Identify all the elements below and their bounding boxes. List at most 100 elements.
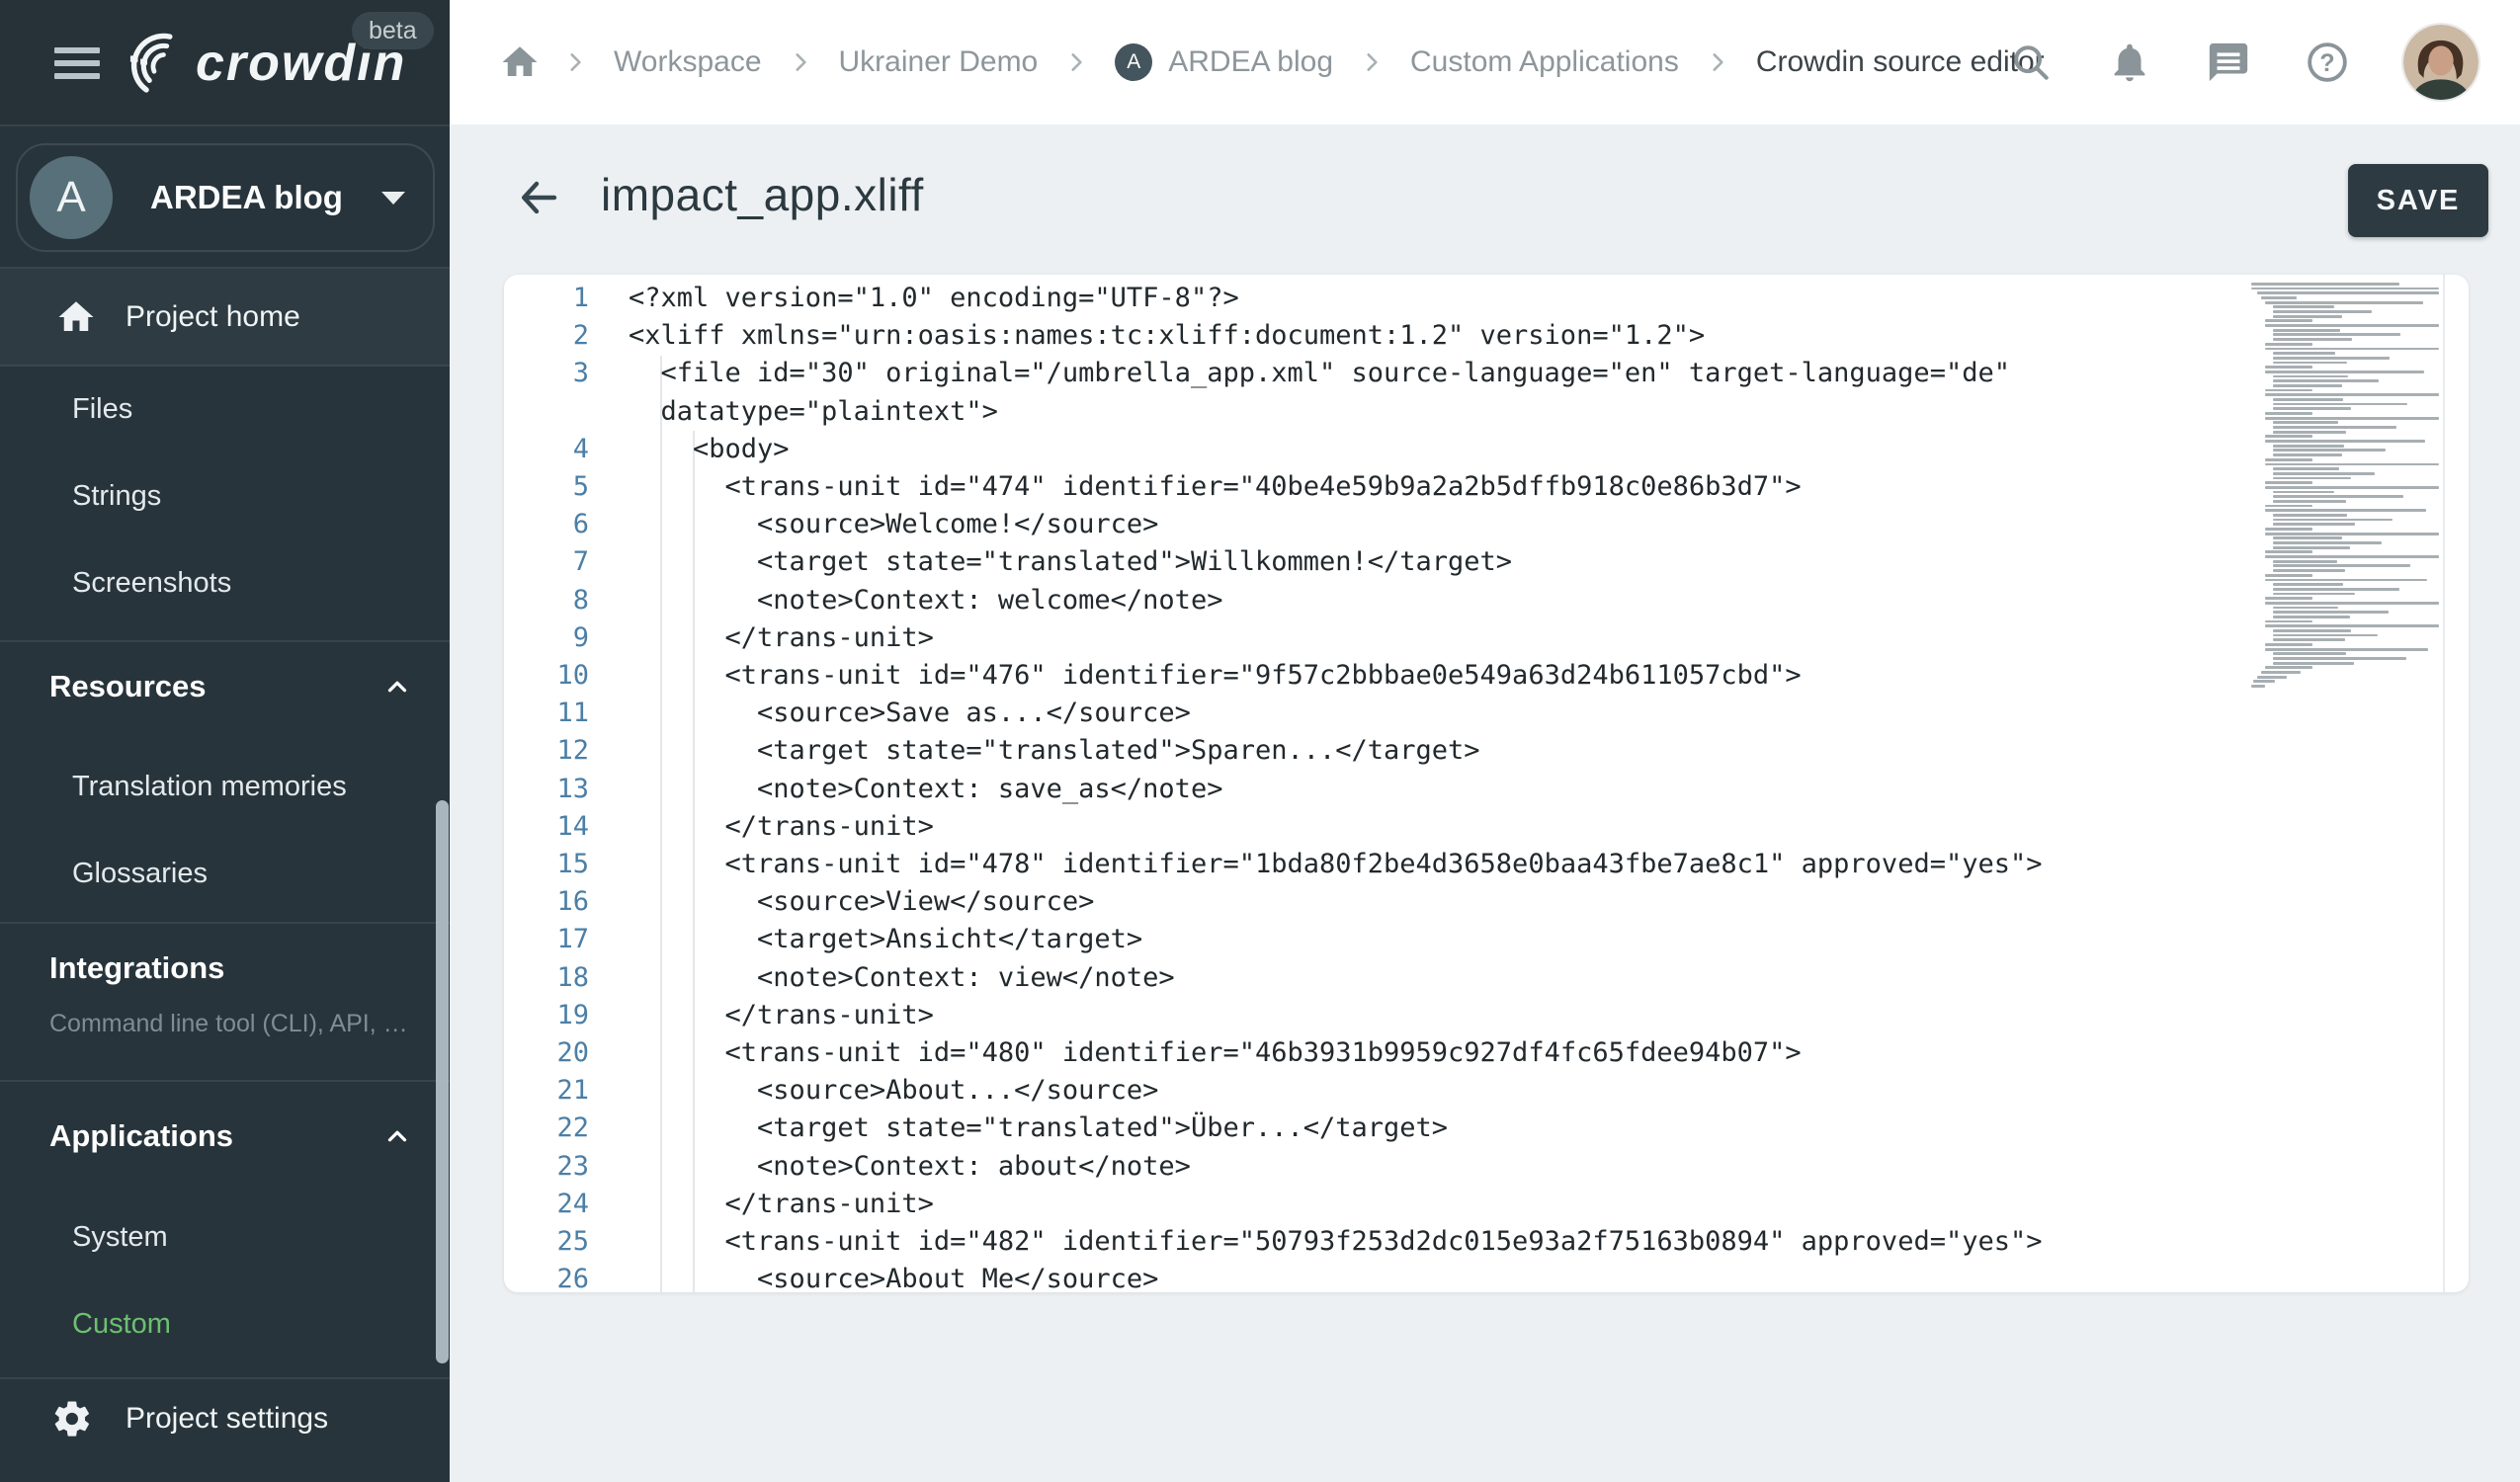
code-line[interactable]: 21 <source>About...</source> — [504, 1072, 2255, 1110]
line-content: </trans-unit> — [629, 808, 2251, 846]
minimap-line — [2273, 607, 2338, 610]
line-content: <target state="translated">Willkommen!</… — [629, 543, 2251, 581]
search-icon[interactable] — [2008, 40, 2054, 85]
minimap-line — [2273, 431, 2346, 434]
breadcrumb-label: Custom Applications — [1410, 45, 1679, 79]
minimap-line — [2265, 343, 2312, 346]
code-line[interactable]: 10 <trans-unit id="476" identifier="9f57… — [504, 657, 2255, 695]
code-line[interactable]: 8 <note>Context: welcome</note> — [504, 582, 2255, 619]
line-content: <note>Context: view</note> — [629, 959, 2251, 997]
minimap-line — [2265, 620, 2312, 623]
project-selector[interactable]: A ARDEA blog — [16, 143, 435, 252]
minimap-line — [2265, 648, 2428, 651]
line-number: 6 — [504, 506, 589, 543]
minimap-line — [2265, 624, 2439, 627]
breadcrumb-label: ARDEA blog — [1168, 45, 1333, 79]
code-line[interactable]: 18 <note>Context: view</note> — [504, 959, 2255, 997]
code-line[interactable]: 2 <xliff xmlns="urn:oasis:names:tc:xliff… — [504, 317, 2255, 355]
code-line[interactable]: 6 <source>Welcome!</source> — [504, 506, 2255, 543]
sidebar-item-label: Custom — [72, 1308, 171, 1341]
minimap-line — [2265, 643, 2312, 646]
sidebar-section-applications[interactable]: Applications — [0, 1092, 450, 1181]
section-title: Applications — [49, 1118, 233, 1154]
code-line[interactable]: 25 <trans-unit id="482" identifier="5079… — [504, 1223, 2255, 1261]
breadcrumb-item[interactable]: Crowdin source editor — [1756, 45, 2045, 79]
minimap-line — [2273, 352, 2335, 355]
minimap-line — [2273, 379, 2379, 382]
minimap-line — [2273, 315, 2342, 318]
code-area[interactable]: 1 <?xml version="1.0" encoding="UTF-8"?>… — [504, 280, 2255, 1292]
sidebar-item-project-settings[interactable]: Project settings — [0, 1381, 450, 1456]
code-line[interactable]: 17 <target>Ansicht</target> — [504, 921, 2255, 958]
breadcrumb-item[interactable]: Custom Applications — [1410, 45, 1679, 79]
code-line[interactable]: 7 <target state="translated">Willkommen!… — [504, 543, 2255, 581]
chevron-down-icon — [381, 192, 405, 205]
sidebar-item[interactable]: Custom — [0, 1280, 450, 1367]
divider — [0, 124, 450, 126]
sidebar-section-integrations[interactable]: Integrations — [0, 939, 450, 998]
sidebar-item[interactable]: System — [0, 1194, 450, 1280]
code-line[interactable]: 4 <body> — [504, 431, 2255, 468]
minimap-line — [2265, 533, 2439, 535]
code-line[interactable]: 9 </trans-unit> — [504, 619, 2255, 657]
minimap-line — [2273, 560, 2337, 563]
code-line[interactable]: 11 <source>Save as...</source> — [504, 695, 2255, 732]
sidebar-item[interactable]: Translation memories — [0, 743, 450, 830]
minimap-line — [2251, 685, 2265, 688]
code-editor[interactable]: 1 <?xml version="1.0" encoding="UTF-8"?>… — [504, 275, 2469, 1292]
code-line[interactable]: 16 <source>View</source> — [504, 883, 2255, 921]
minimap-line — [2261, 671, 2301, 674]
minimap-line — [2265, 319, 2312, 322]
code-line[interactable]: 23 <note>Context: about</note> — [504, 1148, 2255, 1186]
sidebar-section-resources[interactable]: Resources — [0, 642, 450, 731]
sidebar-item-project-home[interactable]: Project home — [0, 269, 450, 366]
code-line[interactable]: 3 <file id="30" original="/umbrella_app.… — [504, 355, 2255, 430]
chevron-right-icon — [562, 49, 588, 75]
sidebar-item[interactable]: Screenshots — [0, 539, 450, 626]
code-line[interactable]: 12 <target state="translated">Sparen...<… — [504, 732, 2255, 770]
hamburger-menu-icon[interactable] — [54, 47, 100, 81]
sidebar-item[interactable]: Glossaries — [0, 830, 450, 917]
minimap-line — [2273, 611, 2389, 614]
breadcrumb-item[interactable]: Workspace — [614, 45, 762, 79]
minimap-line — [2273, 329, 2340, 332]
topbar-actions: ? — [2008, 0, 2478, 124]
code-line[interactable]: 14 </trans-unit> — [504, 808, 2255, 846]
code-line[interactable]: 22 <target state="translated">Über...</t… — [504, 1110, 2255, 1147]
sidebar-item[interactable]: Strings — [0, 453, 450, 539]
minimap-line — [2265, 435, 2312, 438]
breadcrumb-item[interactable]: A ARDEA blog — [1115, 43, 1333, 81]
sidebar-item-label: Project settings — [126, 1402, 328, 1436]
code-line[interactable]: 24 </trans-unit> — [504, 1186, 2255, 1223]
line-number: 24 — [504, 1186, 589, 1223]
minimap-line — [2265, 597, 2312, 600]
notifications-bell-icon[interactable] — [2107, 40, 2152, 85]
code-line[interactable]: 1 <?xml version="1.0" encoding="UTF-8"?> — [504, 280, 2255, 317]
user-avatar[interactable] — [2403, 25, 2478, 100]
line-content: <file id="30" original="/umbrella_app.xm… — [629, 355, 2251, 430]
back-arrow-button[interactable] — [515, 174, 562, 221]
topbar: Workspace Ukrainer Demo A ARDEA blog Cus… — [450, 0, 2520, 124]
code-line[interactable]: 15 <trans-unit id="478" identifier="1bda… — [504, 846, 2255, 883]
minimap-line — [2273, 472, 2375, 475]
code-line[interactable]: 26 <source>About Me</source> — [504, 1261, 2255, 1292]
editor-minimap[interactable] — [2251, 283, 2441, 696]
code-line[interactable]: 13 <note>Context: save_as</note> — [504, 771, 2255, 808]
minimap-line — [2273, 421, 2338, 424]
code-line[interactable]: 20 <trans-unit id="480" identifier="46b3… — [504, 1034, 2255, 1072]
help-icon[interactable]: ? — [2305, 40, 2350, 85]
line-number: 7 — [504, 543, 589, 581]
code-line[interactable]: 19 </trans-unit> — [504, 997, 2255, 1034]
home-icon[interactable] — [499, 41, 541, 83]
breadcrumb-item[interactable]: Ukrainer Demo — [839, 45, 1039, 79]
code-line[interactable]: 5 <trans-unit id="474" identifier="40be4… — [504, 468, 2255, 506]
sidebar-item-label: Strings — [72, 480, 161, 513]
minimap-line — [2273, 536, 2342, 539]
breadcrumb-label: Workspace — [614, 45, 762, 79]
save-button[interactable]: SAVE — [2348, 164, 2488, 237]
minimap-line — [2265, 393, 2439, 396]
sidebar-scrollbar[interactable] — [436, 800, 449, 1363]
messages-icon[interactable] — [2206, 40, 2251, 85]
sidebar-item[interactable]: Files — [0, 366, 450, 453]
line-content: <?xml version="1.0" encoding="UTF-8"?> — [629, 280, 2251, 317]
